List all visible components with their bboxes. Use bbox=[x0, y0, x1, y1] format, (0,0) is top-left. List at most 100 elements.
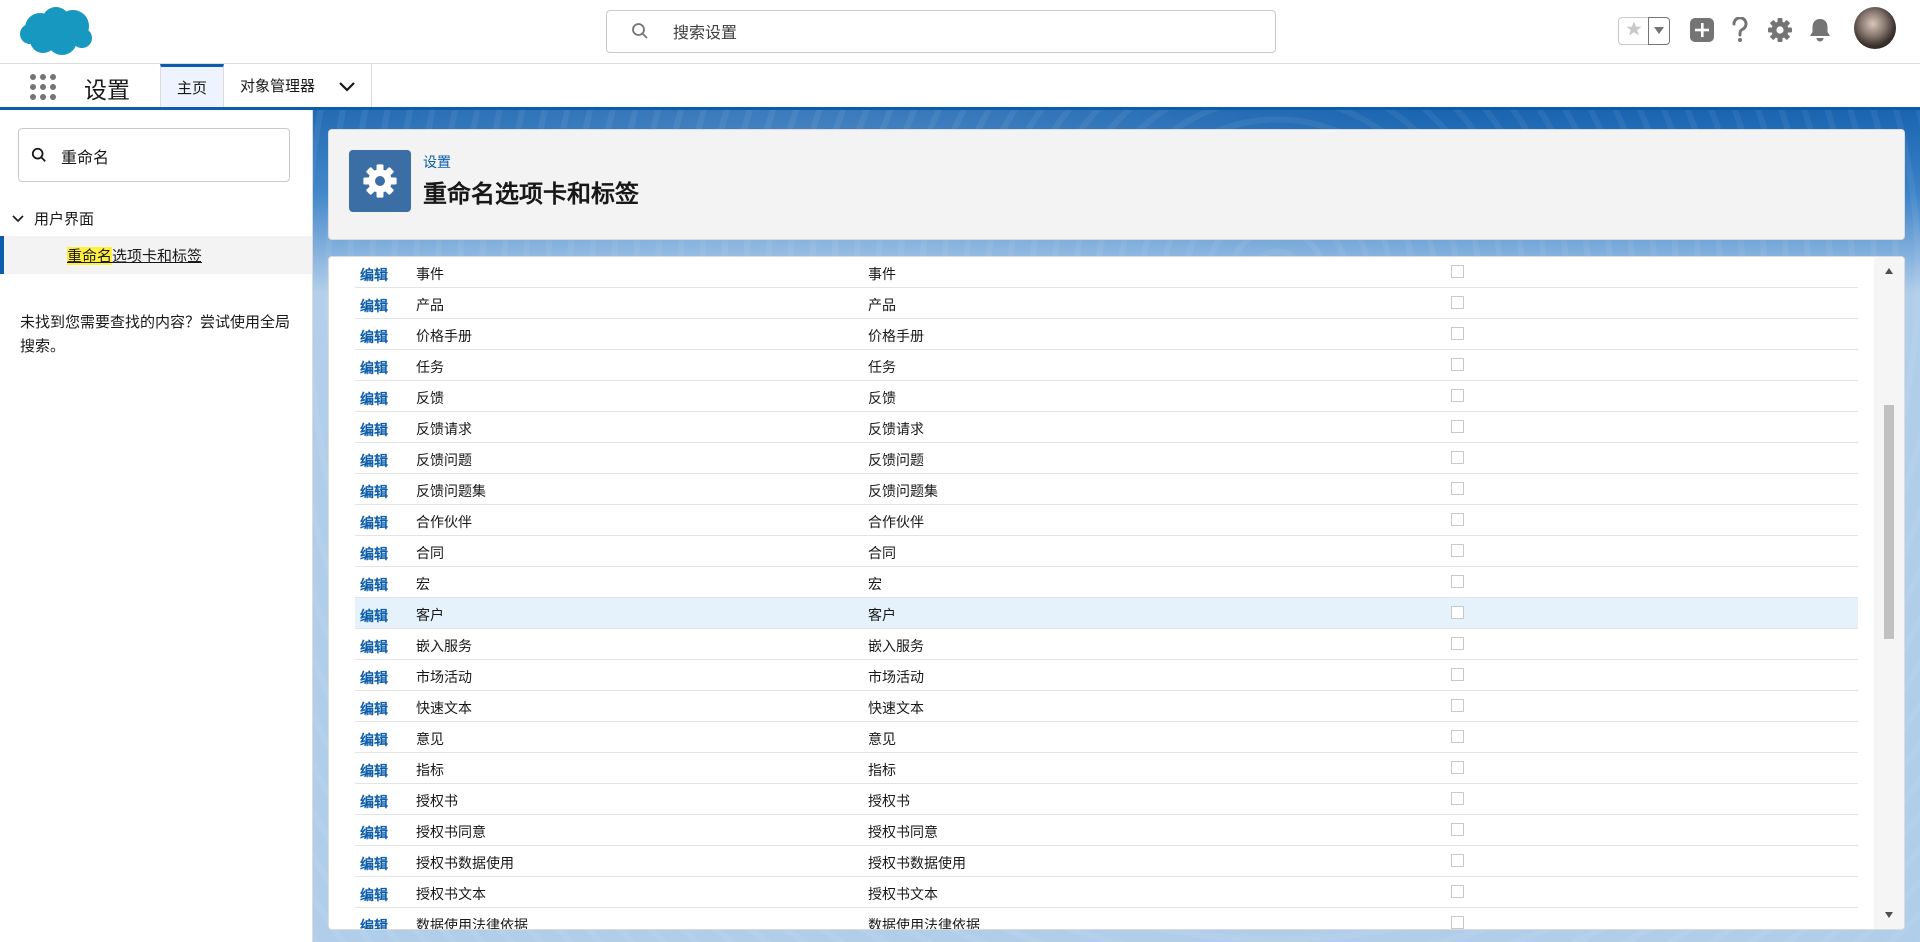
chevron-down-icon[interactable] bbox=[339, 78, 355, 96]
app-name: 设置 bbox=[84, 78, 130, 104]
quick-find-box[interactable] bbox=[18, 128, 290, 182]
edit-link[interactable]: 编辑 bbox=[360, 854, 388, 874]
edit-link[interactable]: 编辑 bbox=[360, 730, 388, 750]
waffle-icon bbox=[28, 74, 58, 106]
singular-label: 宏 bbox=[416, 577, 430, 593]
starts-with-vowel-checkbox bbox=[1451, 885, 1464, 898]
plural-label: 反馈问题集 bbox=[868, 484, 938, 500]
edit-link[interactable]: 编辑 bbox=[360, 761, 388, 781]
starts-with-vowel-checkbox bbox=[1451, 451, 1464, 464]
edit-link[interactable]: 编辑 bbox=[360, 482, 388, 502]
edit-link[interactable]: 编辑 bbox=[360, 544, 388, 564]
scrollbar-thumb[interactable] bbox=[1884, 405, 1894, 639]
edit-link[interactable]: 编辑 bbox=[360, 823, 388, 843]
edit-link[interactable]: 编辑 bbox=[360, 513, 388, 533]
table-row: 编辑 授权书 授权书 bbox=[355, 784, 1858, 815]
salesforce-logo[interactable] bbox=[18, 6, 94, 58]
edit-link[interactable]: 编辑 bbox=[360, 606, 388, 626]
edit-link[interactable]: 编辑 bbox=[360, 327, 388, 347]
search-highlight: 重命名 bbox=[67, 246, 113, 265]
table-row: 编辑 价格手册 价格手册 bbox=[355, 319, 1858, 350]
setup-sidebar: 用户界面 重命名选项卡和标签 未找到您需要查找的内容？尝试使用全局搜索。 bbox=[0, 110, 313, 942]
app-navigation-bar: 设置 主页 对象管理器 bbox=[0, 64, 1920, 110]
singular-label: 事件 bbox=[416, 267, 444, 283]
edit-link[interactable]: 编辑 bbox=[360, 885, 388, 905]
singular-label: 价格手册 bbox=[416, 329, 472, 345]
chevron-down-icon[interactable] bbox=[12, 209, 24, 227]
starts-with-vowel-checkbox bbox=[1451, 606, 1464, 619]
search-icon bbox=[31, 147, 47, 167]
setup-page-icon bbox=[349, 150, 411, 212]
page-title: 重命名选项卡和标签 bbox=[423, 180, 639, 208]
bell-icon bbox=[1808, 17, 1832, 47]
singular-label: 嵌入服务 bbox=[416, 639, 472, 655]
singular-label: 授权书数据使用 bbox=[416, 856, 514, 872]
table-row: 编辑 意见 意见 bbox=[355, 722, 1858, 753]
plural-label: 市场活动 bbox=[868, 670, 924, 686]
page-header: 设置 重命名选项卡和标签 bbox=[328, 129, 1905, 240]
plural-label: 客户 bbox=[868, 608, 896, 624]
plural-label: 快速文本 bbox=[868, 701, 924, 717]
tree-item-link[interactable]: 重命名选项卡和标签 bbox=[67, 245, 202, 266]
plural-label: 授权书数据使用 bbox=[868, 856, 966, 872]
singular-label: 授权书文本 bbox=[416, 887, 486, 903]
tree-group-user-interface[interactable]: 用户界面 bbox=[0, 204, 312, 232]
favorite-star-button[interactable] bbox=[1618, 17, 1648, 45]
singular-label: 数据使用法律依据 bbox=[416, 918, 528, 930]
tab-home[interactable]: 主页 bbox=[160, 64, 224, 107]
singular-label: 反馈请求 bbox=[416, 422, 472, 438]
setup-button[interactable] bbox=[1764, 16, 1796, 48]
singular-label: 意见 bbox=[416, 732, 444, 748]
starts-with-vowel-checkbox bbox=[1451, 327, 1464, 340]
edit-link[interactable]: 编辑 bbox=[360, 916, 388, 929]
starts-with-vowel-checkbox bbox=[1451, 482, 1464, 495]
edit-link[interactable]: 编辑 bbox=[360, 389, 388, 409]
starts-with-vowel-checkbox bbox=[1451, 916, 1464, 929]
edit-link[interactable]: 编辑 bbox=[360, 420, 388, 440]
vertical-scrollbar[interactable] bbox=[1874, 257, 1904, 929]
table-row: 编辑 产品 产品 bbox=[355, 288, 1858, 319]
starts-with-vowel-checkbox bbox=[1451, 637, 1464, 650]
breadcrumb[interactable]: 设置 bbox=[423, 152, 451, 172]
singular-label: 授权书同意 bbox=[416, 825, 486, 841]
global-search-input[interactable] bbox=[671, 19, 1255, 45]
edit-link[interactable]: 编辑 bbox=[360, 575, 388, 595]
singular-label: 客户 bbox=[416, 608, 444, 624]
singular-label: 任务 bbox=[416, 360, 444, 376]
plural-label: 意见 bbox=[868, 732, 896, 748]
table-row: 编辑 嵌入服务 嵌入服务 bbox=[355, 629, 1858, 660]
edit-link[interactable]: 编辑 bbox=[360, 296, 388, 316]
singular-label: 快速文本 bbox=[416, 701, 472, 717]
global-actions-button[interactable] bbox=[1686, 16, 1718, 48]
starts-with-vowel-checkbox bbox=[1451, 358, 1464, 371]
singular-label: 授权书 bbox=[416, 794, 458, 810]
table-row: 编辑 反馈问题 反馈问题 bbox=[355, 443, 1858, 474]
favorites-list-button[interactable] bbox=[1648, 17, 1670, 45]
singular-label: 市场活动 bbox=[416, 670, 472, 686]
help-button[interactable] bbox=[1724, 16, 1756, 48]
tab-object-manager[interactable]: 对象管理器 bbox=[224, 64, 372, 107]
global-search-box[interactable] bbox=[606, 10, 1276, 53]
scroll-up-arrow-icon[interactable] bbox=[1884, 263, 1894, 279]
user-avatar[interactable] bbox=[1854, 7, 1896, 49]
table-row: 编辑 反馈请求 反馈请求 bbox=[355, 412, 1858, 443]
rename-table: 编辑 事件 事件 编辑 产品 产品 编辑 价格手册 价格手册 编辑 任务 任务 编辑 反馈 反馈 编辑 反馈请求… bbox=[355, 257, 1858, 930]
edit-link[interactable]: 编辑 bbox=[360, 358, 388, 378]
edit-link[interactable]: 编辑 bbox=[360, 637, 388, 657]
notifications-button[interactable] bbox=[1804, 16, 1836, 48]
plural-label: 合作伙伴 bbox=[868, 515, 924, 531]
tree-item-rename-tabs-labels[interactable]: 重命名选项卡和标签 bbox=[0, 236, 312, 274]
edit-link[interactable]: 编辑 bbox=[360, 792, 388, 812]
edit-link[interactable]: 编辑 bbox=[360, 668, 388, 688]
edit-link[interactable]: 编辑 bbox=[360, 265, 388, 285]
quick-find-input[interactable] bbox=[59, 143, 283, 169]
search-icon bbox=[631, 22, 649, 44]
scroll-down-arrow-icon[interactable] bbox=[1884, 907, 1894, 923]
edit-link[interactable]: 编辑 bbox=[360, 451, 388, 471]
plural-label: 嵌入服务 bbox=[868, 639, 924, 655]
table-row: 编辑 反馈问题集 反馈问题集 bbox=[355, 474, 1858, 505]
app-launcher-button[interactable] bbox=[28, 72, 58, 102]
edit-link[interactable]: 编辑 bbox=[360, 699, 388, 719]
table-row: 编辑 数据使用法律依据 数据使用法律依据 bbox=[355, 908, 1858, 930]
starts-with-vowel-checkbox bbox=[1451, 513, 1464, 526]
